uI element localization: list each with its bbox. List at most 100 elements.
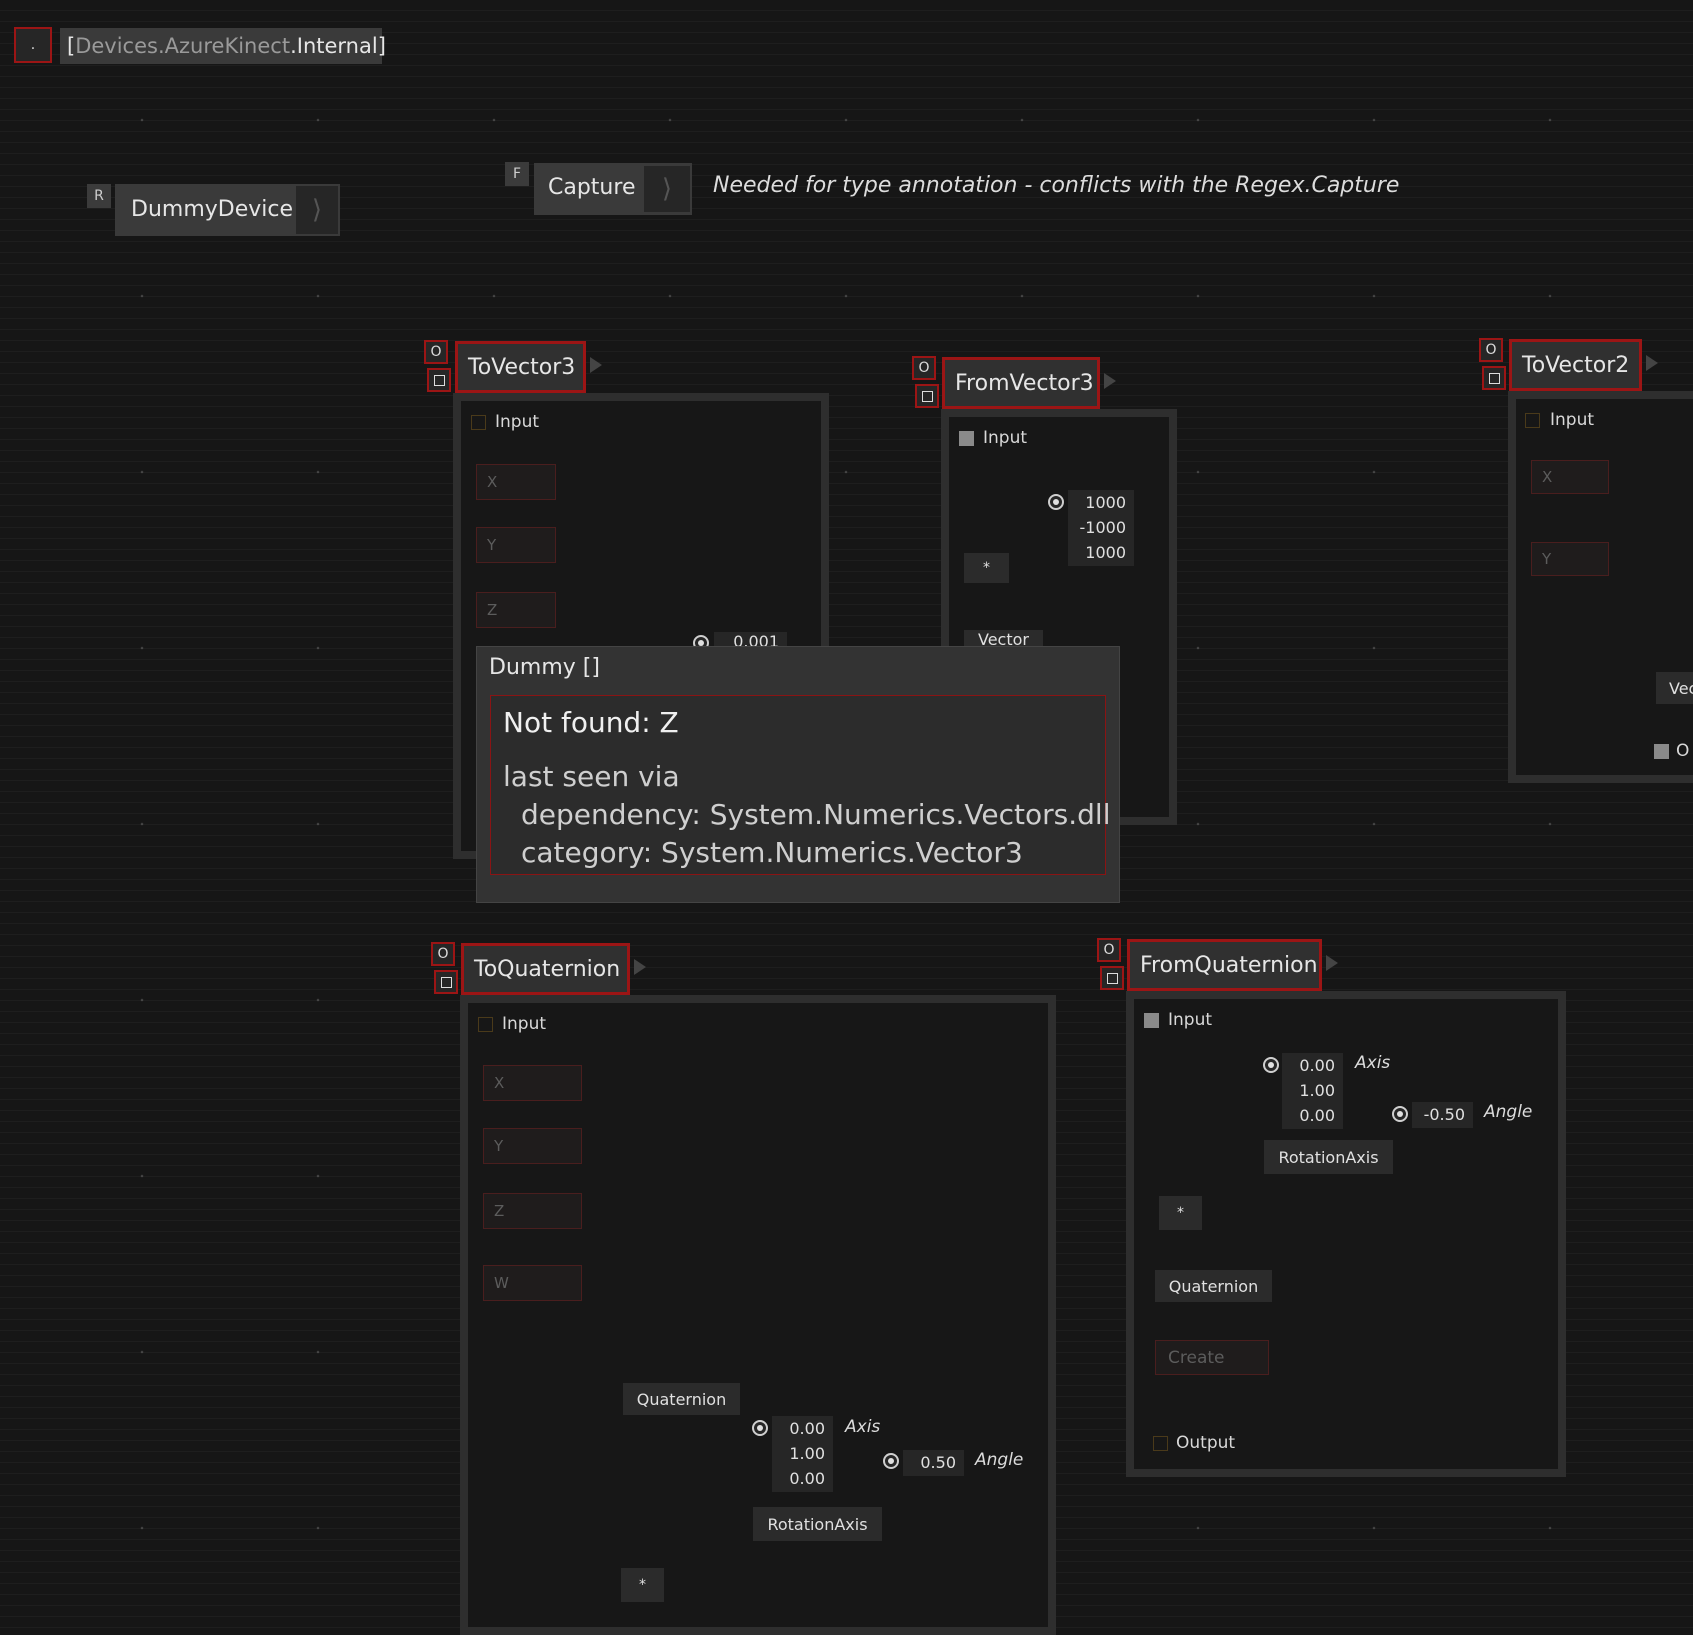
- toquaternion-rotationaxis-node[interactable]: RotationAxis: [753, 1507, 882, 1541]
- tovector2-input-pin[interactable]: [1525, 413, 1540, 428]
- tovector3-flag-square[interactable]: [427, 368, 451, 392]
- toquaternion-angle-value[interactable]: 0.50: [903, 1450, 964, 1476]
- square-icon: [1488, 372, 1500, 384]
- tovector3-y-node[interactable]: Y: [476, 527, 556, 563]
- fromquaternion-input-pin[interactable]: [1144, 1013, 1159, 1028]
- fromquaternion-angle-label: Angle: [1484, 1102, 1533, 1122]
- tooltip-title: Dummy []: [489, 655, 600, 680]
- tovector2-y-node[interactable]: Y: [1531, 542, 1609, 576]
- toquaternion-axis-values[interactable]: 0.00 1.00 0.00: [772, 1416, 833, 1492]
- fromquaternion-create-node[interactable]: Create: [1155, 1340, 1269, 1375]
- square-icon: [1106, 972, 1118, 984]
- fromquaternion-axis-values[interactable]: 0.00 1.00 0.00: [1282, 1053, 1343, 1129]
- capture-expand[interactable]: ⟩: [644, 166, 690, 212]
- tooltip-heading: Not found: Z: [503, 706, 679, 739]
- tooltip-line-dependency: dependency: System.Numerics.Vectors.dll: [521, 798, 1111, 831]
- tovector2-expand-arrow-icon[interactable]: [1646, 355, 1658, 371]
- capture-comment: Needed for type annotation - conflicts w…: [713, 173, 1400, 198]
- tovector2-output-pin[interactable]: [1654, 744, 1669, 759]
- fromquaternion-axis-pin[interactable]: [1263, 1057, 1279, 1073]
- tovector3-expand-arrow-icon[interactable]: [590, 357, 602, 373]
- toquaternion-multiply-node[interactable]: *: [621, 1568, 664, 1602]
- tovector2-flag-o[interactable]: O: [1479, 338, 1503, 362]
- toquaternion-angle-label: Angle: [975, 1450, 1024, 1470]
- tooltip-body: Not found: Z last seen via dependency: S…: [490, 695, 1110, 875]
- toquaternion-input-pin[interactable]: [478, 1017, 493, 1032]
- tovector3-input-label: Input: [495, 412, 540, 432]
- fromvector3-value-y: -1000: [1079, 518, 1127, 537]
- capture-node[interactable]: Capture ⟩: [534, 163, 692, 215]
- toquaternion-axis-label: Axis: [845, 1417, 881, 1437]
- tovector2-region[interactable]: [1508, 391, 1693, 783]
- toquaternion-axis-y: 1.00: [789, 1444, 825, 1463]
- tooltip-line-last-seen: last seen via: [503, 760, 680, 793]
- toquaternion-title[interactable]: ToQuaternion: [461, 943, 630, 995]
- tovector2-input-label: Input: [1550, 410, 1595, 430]
- toquaternion-z-node[interactable]: Z: [483, 1193, 582, 1229]
- fromvector3-flag-square[interactable]: [915, 384, 939, 408]
- fromquaternion-angle-pin[interactable]: [1392, 1106, 1408, 1122]
- fromvector3-input-pin[interactable]: [959, 431, 974, 446]
- fromvector3-expand-arrow-icon[interactable]: [1104, 373, 1116, 389]
- dummydevice-node[interactable]: DummyDevice ⟩: [115, 184, 340, 236]
- tovector3-flag-o[interactable]: O: [424, 340, 448, 364]
- toquaternion-axis-x: 0.00: [789, 1419, 825, 1438]
- fromquaternion-flag-square[interactable]: [1100, 966, 1124, 990]
- square-icon: [440, 976, 452, 988]
- tovector3-input-pin[interactable]: [471, 415, 486, 430]
- tovector2-flag-square[interactable]: [1482, 366, 1506, 390]
- namespace-label[interactable]: [Devices. AzureKinect. Internal]: [60, 28, 386, 64]
- tovector3-title[interactable]: ToVector3: [455, 341, 586, 393]
- fromquaternion-input-label: Input: [1168, 1010, 1213, 1030]
- ns-sep: .: [290, 34, 297, 58]
- tovector2-x-node[interactable]: X: [1531, 460, 1609, 494]
- fromvector3-title[interactable]: FromVector3: [942, 357, 1100, 409]
- fromquaternion-flag-o[interactable]: O: [1097, 938, 1121, 962]
- toquaternion-flag-o[interactable]: O: [431, 942, 455, 966]
- tovector2-title[interactable]: ToVector2: [1509, 339, 1642, 391]
- dummydevice-expand[interactable]: ⟩: [294, 186, 338, 234]
- fromvector3-value-z: 1000: [1085, 543, 1126, 562]
- fromquaternion-expand-arrow-icon[interactable]: [1326, 955, 1338, 971]
- dummydevice-label: DummyDevice: [131, 197, 294, 222]
- ns-part-azurekinect: AzureKinect: [164, 34, 291, 58]
- tovector2-output-label: O: [1676, 741, 1690, 761]
- dot-button[interactable]: .: [14, 27, 52, 63]
- square-icon: [433, 374, 445, 386]
- fromquaternion-angle-value[interactable]: -0.50: [1412, 1102, 1473, 1128]
- toquaternion-axis-pin[interactable]: [752, 1420, 768, 1436]
- toquaternion-flag-square[interactable]: [434, 970, 458, 994]
- fromquaternion-axis-label: Axis: [1355, 1053, 1391, 1073]
- toquaternion-w-node[interactable]: W: [483, 1265, 582, 1301]
- fromquaternion-output-pin[interactable]: [1153, 1436, 1168, 1451]
- toquaternion-x-node[interactable]: X: [483, 1065, 582, 1101]
- error-tooltip: Dummy [] Not found: Z last seen via depe…: [476, 646, 1120, 903]
- ns-bracket-close: ]: [377, 34, 386, 58]
- fromquaternion-axis-y: 1.00: [1299, 1081, 1335, 1100]
- forward-badge[interactable]: F: [505, 162, 529, 186]
- fromvector3-input-label: Input: [983, 428, 1028, 448]
- square-icon: [921, 390, 933, 402]
- toquaternion-y-node[interactable]: Y: [483, 1128, 582, 1164]
- record-badge[interactable]: R: [87, 184, 111, 208]
- fromvector3-multiply-node[interactable]: *: [964, 553, 1009, 583]
- capture-label: Capture: [548, 175, 636, 200]
- fromquaternion-rotationaxis-node[interactable]: RotationAxis: [1264, 1140, 1393, 1174]
- fromquaternion-title[interactable]: FromQuaternion: [1127, 939, 1322, 991]
- ns-bracket-open: [: [67, 34, 76, 58]
- fromquaternion-multiply-node[interactable]: *: [1159, 1196, 1202, 1230]
- toquaternion-angle-pin[interactable]: [883, 1453, 899, 1469]
- toquaternion-expand-arrow-icon[interactable]: [634, 959, 646, 975]
- ns-part-devices: Devices: [75, 34, 158, 58]
- tovector3-x-node[interactable]: X: [476, 464, 556, 500]
- fromquaternion-quaternion-node[interactable]: Quaternion: [1155, 1270, 1272, 1302]
- fromquaternion-region[interactable]: [1126, 991, 1566, 1477]
- tovector2-vector-node[interactable]: Vec: [1656, 672, 1693, 704]
- toquaternion-quaternion-node[interactable]: Quaternion: [623, 1383, 740, 1415]
- fromvector3-values[interactable]: 1000 -1000 1000: [1068, 490, 1134, 566]
- tovector3-z-node[interactable]: Z: [476, 592, 556, 628]
- fromvector3-flag-o[interactable]: O: [912, 356, 936, 380]
- fromquaternion-axis-x: 0.00: [1299, 1056, 1335, 1075]
- fromvector3-iobox-pin[interactable]: [1048, 494, 1064, 510]
- tooltip-line-category: category: System.Numerics.Vector3: [521, 836, 1023, 869]
